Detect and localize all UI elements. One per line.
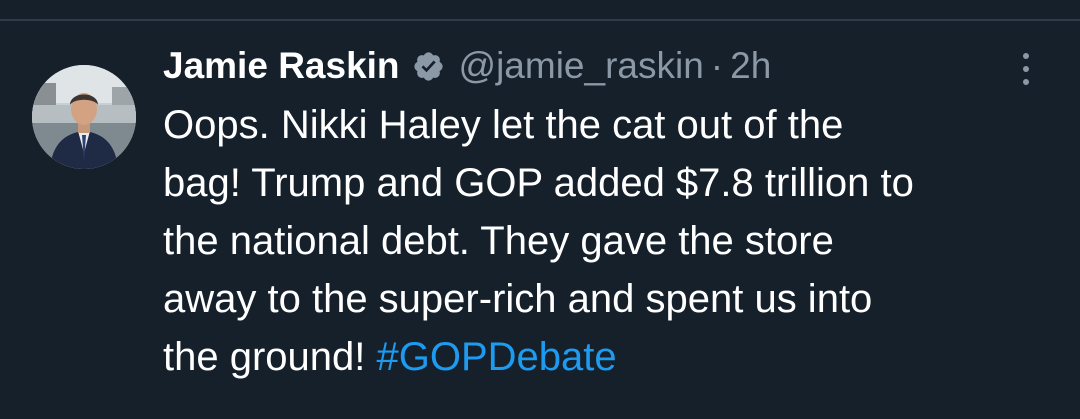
tweet-text-line: the ground! #GOPDebate: [163, 328, 1058, 386]
more-dot: [1023, 53, 1029, 59]
more-vertical-icon[interactable]: [1014, 49, 1038, 89]
timestamp[interactable]: 2h: [730, 45, 771, 87]
tweet-text-line: bag! Trump and GOP added $7.8 trillion t…: [163, 161, 914, 205]
avatar[interactable]: [32, 65, 136, 169]
tweet[interactable]: Jamie Raskin @jamie_raskin · 2h Oops. Ni…: [0, 21, 1080, 419]
more-dot: [1023, 66, 1029, 72]
author-name[interactable]: Jamie Raskin: [163, 45, 400, 87]
hashtag-link[interactable]: #GOPDebate: [377, 335, 617, 379]
tweet-text-line: Oops. Nikki Haley let the cat out of the: [163, 103, 844, 147]
more-dot: [1023, 79, 1029, 85]
separator-dot: ·: [710, 45, 724, 86]
author-handle[interactable]: @jamie_raskin: [459, 45, 704, 87]
tweet-text-line: the national debt. They gave the store: [163, 219, 834, 263]
avatar-photo: [32, 65, 136, 169]
tweet-header: Jamie Raskin @jamie_raskin · 2h: [163, 41, 771, 91]
verified-badge-icon: [412, 50, 445, 83]
tweet-text: Oops. Nikki Haley let the cat out of the…: [163, 96, 1058, 386]
tweet-text-segment: the ground!: [163, 335, 377, 379]
tweet-text-line: away to the super-rich and spent us into: [163, 277, 873, 321]
